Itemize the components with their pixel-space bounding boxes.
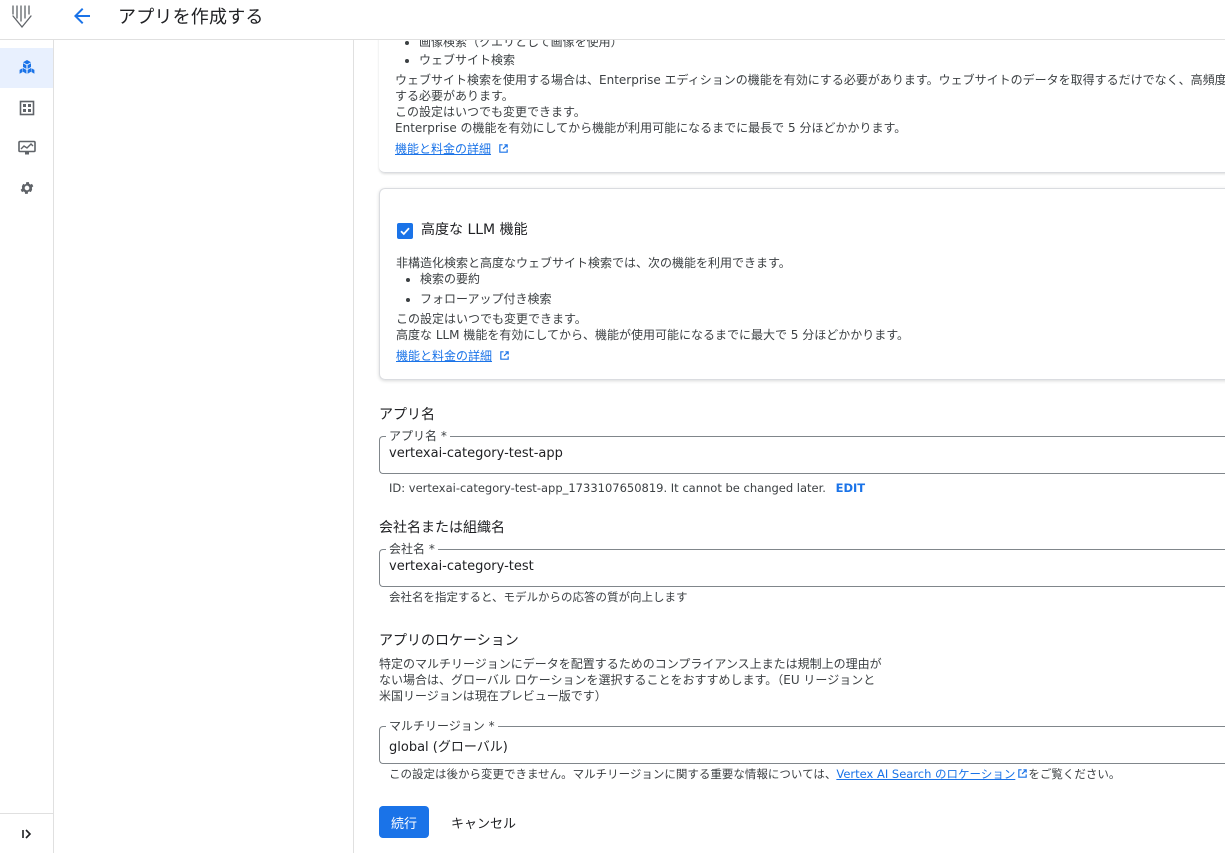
bullet-image-search: 画像検索（クエリとして画像を使用） (395, 40, 623, 50)
location-hint-suffix: をご覧ください。 (1028, 767, 1121, 781)
advanced-llm-card: 高度な LLM 機能 非構造化検索と高度なウェブサイト検索では、次の機能を利用で… (379, 188, 1225, 380)
enterprise-note-line-3: この設定はいつでも変更できます。 (395, 105, 586, 119)
bullet-followup-search: フォローアップ付き検索 (396, 291, 552, 307)
llm-pricing-details-link[interactable]: 機能と料金の詳細 (396, 349, 492, 363)
external-link-icon (500, 351, 509, 360)
checkmark-icon (400, 227, 410, 236)
llm-features-checkbox[interactable] (397, 223, 413, 239)
edit-id-button[interactable]: EDIT (836, 481, 866, 495)
llm-note-line-2: 高度な LLM 機能を有効にしてから、機能が使用可能になるまでに最大で 5 分ほ… (396, 328, 910, 342)
expand-rail-icon (21, 828, 31, 839)
data-stores-icon (19, 100, 34, 116)
app-id-hint: ID: vertexai-category-test-app_173310765… (389, 481, 865, 495)
expand-rail-button[interactable] (0, 813, 53, 853)
app-id-text: ID: vertexai-category-test-app_173310765… (389, 481, 826, 495)
rail-item-settings[interactable] (0, 168, 53, 208)
enterprise-note-line-2: する必要があります。 (395, 89, 514, 103)
app-name-field[interactable]: アプリ名 * (379, 429, 1225, 474)
location-heading: アプリのロケーション (379, 633, 519, 649)
external-link-icon (1018, 769, 1028, 778)
llm-features-title: 高度な LLM 機能 (421, 222, 528, 238)
company-name-input[interactable] (389, 559, 1189, 574)
settings-icon (20, 182, 33, 194)
main-content: 画像検索（クエリとして画像を使用） ウェブサイト検索 ウェブサイト検索を使用する… (355, 40, 1225, 853)
enterprise-note-line-1: ウェブサイト検索を使用する場合は、Enterprise エディションの機能を有効… (395, 73, 1225, 87)
llm-note-line-1: この設定はいつでも変更できます。 (396, 312, 587, 326)
page-title: アプリを作成する (118, 7, 264, 28)
vertex-ai-locations-link[interactable]: Vertex AI Search のロケーション (836, 767, 1015, 781)
bullet-website-search: ウェブサイト検索 (395, 52, 515, 68)
monitoring-icon (17, 140, 36, 155)
enterprise-features-card: 画像検索（クエリとして画像を使用） ウェブサイト検索 ウェブサイト検索を使用する… (379, 40, 1225, 173)
steps-panel (54, 40, 354, 853)
apps-icon (19, 60, 34, 74)
company-hint: 会社名を指定すると、モデルからの応答の質が向上します (389, 590, 688, 604)
pricing-details-link[interactable]: 機能と料金の詳細 (395, 142, 491, 156)
location-desc-line-2: ない場合は、グローバル ロケーションを選択することをおすすめします。（EU リー… (379, 673, 876, 687)
app-name-heading: アプリ名 (379, 407, 435, 423)
top-bar: アプリを作成する (0, 0, 1225, 40)
continue-button[interactable]: 続行 (379, 806, 429, 838)
external-link-icon (499, 144, 508, 153)
location-hint-text: この設定は後から変更できません。マルチリージョンに関する重要な情報については、 (389, 767, 837, 781)
app-name-input[interactable] (389, 446, 1189, 461)
cancel-button[interactable]: キャンセル (443, 806, 524, 838)
multiregion-label: マルチリージョン * (386, 719, 498, 733)
multiregion-value[interactable]: global (グローバル) (389, 736, 1189, 755)
multiregion-select[interactable]: マルチリージョン * global (グローバル) (379, 719, 1225, 764)
arrow-back-icon[interactable] (70, 4, 94, 28)
location-hint: この設定は後から変更できません。マルチリージョンに関する重要な情報については、V… (389, 766, 1120, 782)
location-desc-line-1: 特定のマルチリージョンにデータを配置するためのコンプライアンス上または規制上の理… (379, 657, 882, 671)
nav-rail (0, 40, 54, 853)
rail-item-data-stores[interactable] (0, 88, 53, 128)
agent-builder-logo-icon[interactable] (10, 4, 34, 30)
location-desc-line-3: 米国リージョンは現在プレビュー版です） (379, 689, 607, 703)
app-name-label: アプリ名 * (386, 429, 450, 443)
company-heading: 会社名または組織名 (379, 520, 505, 536)
rail-item-apps[interactable] (0, 48, 53, 88)
llm-intro: 非構造化検索と高度なウェブサイト検索では、次の機能を利用できます。 (396, 256, 791, 270)
rail-item-monitoring[interactable] (0, 128, 53, 168)
company-name-label: 会社名 * (386, 542, 438, 556)
company-name-field[interactable]: 会社名 * (379, 542, 1225, 587)
bullet-search-summary: 検索の要約 (396, 271, 480, 287)
enterprise-note-line-4: Enterprise の機能を有効にしてから機能が利用可能になるまでに最長で 5… (395, 121, 907, 135)
